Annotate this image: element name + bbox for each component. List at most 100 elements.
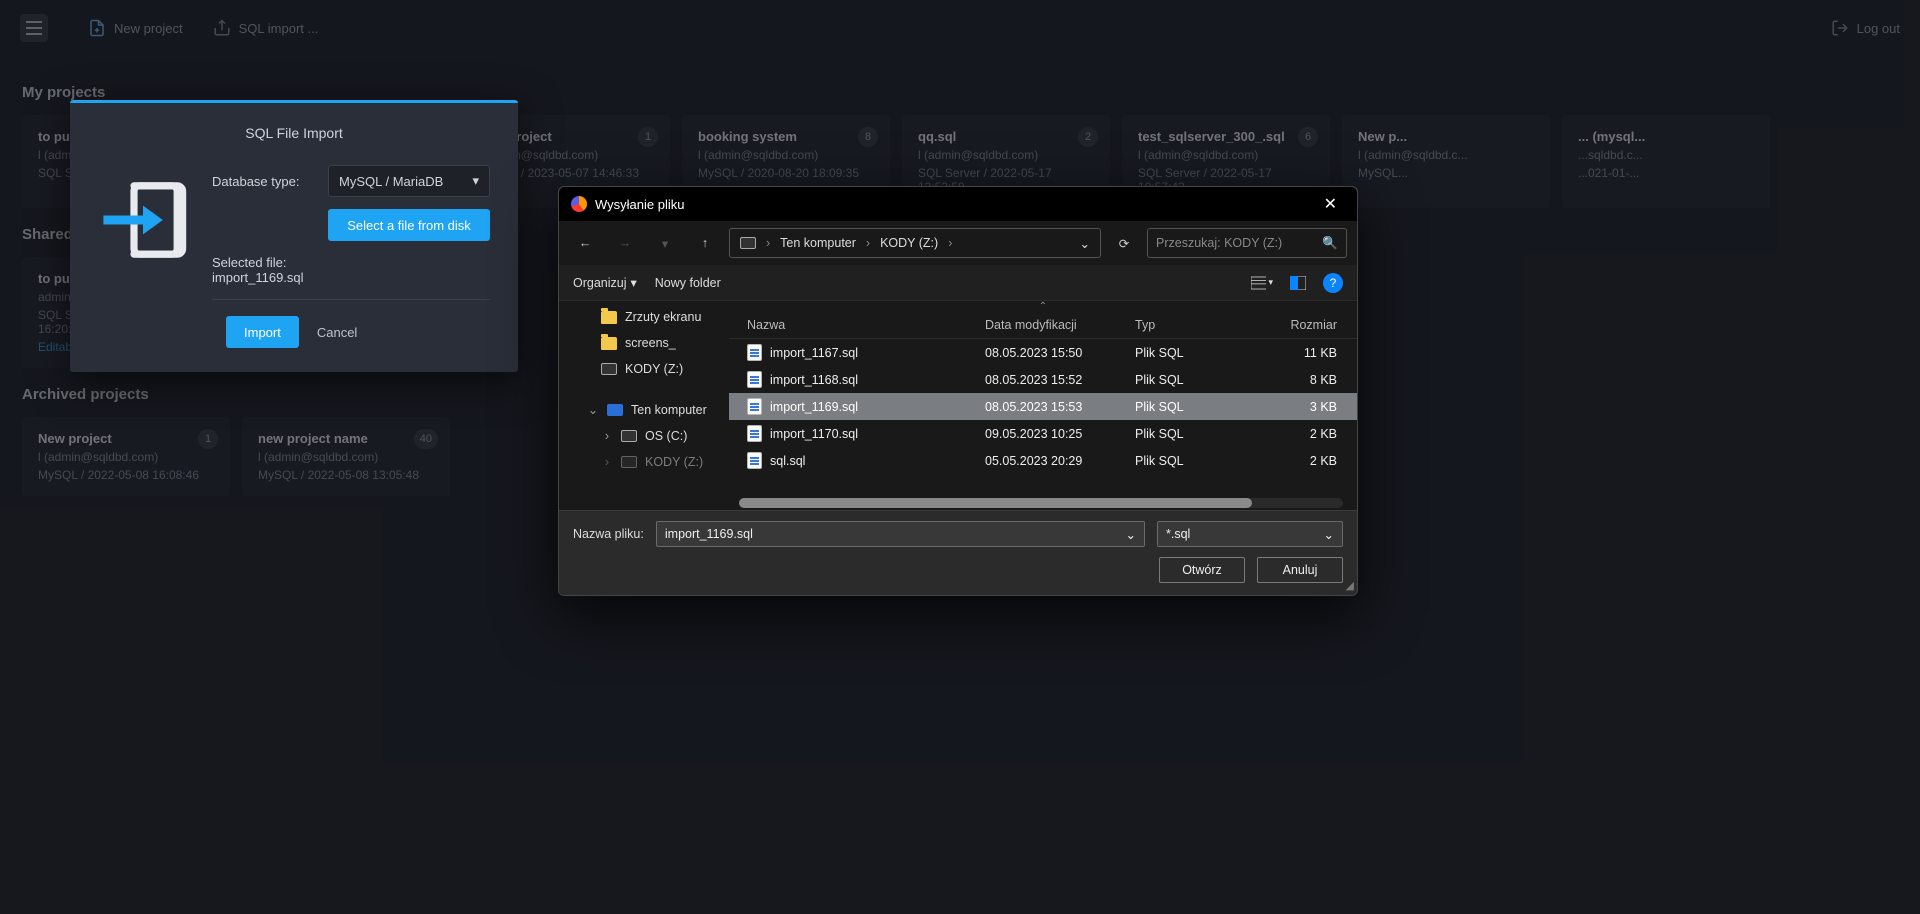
dialog-title: Wysyłanie pliku <box>595 197 684 212</box>
project-card-title: test_sqlserver_300_.sql <box>1138 129 1314 144</box>
tree-label: Zrzuty ekranu <box>625 310 701 324</box>
chevron-down-icon[interactable]: ⌄ <box>1080 236 1090 251</box>
preview-pane-button[interactable] <box>1287 272 1309 294</box>
col-name[interactable]: Nazwa <box>747 318 985 332</box>
file-filter-value: *.sql <box>1166 527 1190 541</box>
filename-input[interactable]: import_1169.sql ⌄ <box>656 521 1145 547</box>
tree-item[interactable]: screens_ <box>567 333 721 353</box>
project-card-title: qq.sql <box>918 129 1094 144</box>
breadcrumb-drive[interactable]: KODY (Z:) <box>880 236 938 250</box>
firefox-icon <box>571 196 587 212</box>
new-folder-button[interactable]: Nowy folder <box>655 276 721 290</box>
project-card[interactable]: ... (mysql... ...sqldbd.c... ...021-01-.… <box>1562 115 1770 208</box>
expand-toggle[interactable]: ⌄ <box>587 402 599 417</box>
col-size[interactable]: Rozmiar <box>1255 318 1345 332</box>
pc-icon <box>607 404 623 416</box>
file-name: import_1169.sql <box>770 400 858 414</box>
file-row[interactable]: import_1170.sql 09.05.2023 10:25 Plik SQ… <box>729 420 1357 447</box>
menu-hamburger-button[interactable] <box>20 14 48 42</box>
file-filter-select[interactable]: *.sql ⌄ <box>1157 521 1343 547</box>
tree-item-this-pc[interactable]: ⌄ Ten komputer <box>567 399 721 420</box>
tree-item[interactable]: Zrzuty ekranu <box>567 307 721 327</box>
file-row-selected[interactable]: import_1169.sql 08.05.2023 15:53 Plik SQ… <box>729 393 1357 420</box>
col-type[interactable]: Typ <box>1135 318 1255 332</box>
chevron-down-icon: ▾ <box>631 275 637 290</box>
project-card[interactable]: New p... l (admin@sqldbd.c... MySQL... <box>1342 115 1550 208</box>
file-list: ⌃ Nazwa Data modyfikacji Typ Rozmiar imp… <box>729 301 1357 510</box>
tree-item[interactable]: ›OS (C:) <box>567 426 721 446</box>
modal-divider <box>212 299 490 300</box>
drive-icon <box>740 237 756 249</box>
selected-file-label: Selected file: <box>212 255 490 270</box>
tree-label: Ten komputer <box>631 403 707 417</box>
nav-new-project-label: New project <box>114 21 183 36</box>
selected-file-name: import_1169.sql <box>212 270 490 285</box>
sql-file-icon <box>747 398 762 415</box>
file-size: 11 KB <box>1255 346 1345 360</box>
file-name: sql.sql <box>770 454 805 468</box>
search-placeholder: Przeszukaj: KODY (Z:) <box>1156 236 1282 250</box>
project-card-meta: MySQL / 2020-08-20 18:09:35 <box>698 166 874 180</box>
breadcrumb-root[interactable]: Ten komputer <box>780 236 856 250</box>
nav-new-project[interactable]: New project <box>88 19 183 37</box>
project-card[interactable]: 1 New project l (admin@sqldbd.com) MySQL… <box>22 417 230 496</box>
expand-toggle[interactable]: › <box>601 455 613 469</box>
folder-icon <box>601 311 617 324</box>
chevron-down-icon[interactable]: ⌄ <box>1126 527 1136 542</box>
logout-icon <box>1831 19 1849 37</box>
import-button[interactable]: Import <box>226 316 299 348</box>
expand-toggle[interactable]: › <box>601 429 613 443</box>
file-type: Plik SQL <box>1135 427 1255 441</box>
file-row[interactable]: import_1168.sql 08.05.2023 15:52 Plik SQ… <box>729 366 1357 393</box>
project-badge: 1 <box>198 429 218 449</box>
sql-file-icon <box>747 371 762 388</box>
nav-forward-button[interactable]: → <box>609 229 641 257</box>
select-file-button[interactable]: Select a file from disk <box>328 209 490 241</box>
db-type-select[interactable]: MySQL / MariaDB ▾ <box>328 165 490 197</box>
file-row[interactable]: sql.sql 05.05.2023 20:29 Plik SQL 2 KB <box>729 447 1357 474</box>
organize-menu[interactable]: Organizuj ▾ <box>573 275 637 290</box>
import-cancel-button[interactable]: Cancel <box>317 325 357 340</box>
nav-back-button[interactable]: ← <box>569 229 601 257</box>
col-modified[interactable]: Data modyfikacji <box>985 318 1135 332</box>
drive-icon <box>601 363 617 375</box>
project-card-owner: l (admin@sqldbd.c... <box>1358 148 1534 162</box>
file-open-dialog: Wysyłanie pliku ✕ ← → ▾ ↑ › Ten komputer… <box>558 186 1358 596</box>
dialog-toolbar: Organizuj ▾ Nowy folder ▾ ? <box>559 265 1357 301</box>
nav-logout[interactable]: Log out <box>1831 19 1900 37</box>
project-card-title: New p... <box>1358 129 1534 144</box>
view-mode-button[interactable]: ▾ <box>1251 272 1273 294</box>
help-button[interactable]: ? <box>1323 273 1343 293</box>
nav-recent-dropdown[interactable]: ▾ <box>649 229 681 257</box>
sql-import-modal: SQL File Import Database type: MySQL / M… <box>70 100 518 372</box>
file-type: Plik SQL <box>1135 373 1255 387</box>
horizontal-scrollbar[interactable] <box>739 498 1343 508</box>
dialog-titlebar[interactable]: Wysyłanie pliku ✕ <box>559 187 1357 221</box>
nav-up-button[interactable]: ↑ <box>689 229 721 257</box>
new-file-icon <box>88 19 106 37</box>
project-card-owner: ...sqldbd.c... <box>1578 148 1754 162</box>
nav-sql-import[interactable]: SQL import ... <box>213 19 319 37</box>
folder-icon <box>601 337 617 350</box>
file-size: 2 KB <box>1255 454 1345 468</box>
tree-item[interactable]: › KODY (Z:) <box>567 452 721 472</box>
file-type: Plik SQL <box>1135 400 1255 414</box>
dialog-close-button[interactable]: ✕ <box>1316 190 1345 218</box>
project-card-owner: l (admin@sqldbd.com) <box>698 148 874 162</box>
breadcrumb-path[interactable]: › Ten komputer › KODY (Z:) › ⌄ <box>729 228 1101 258</box>
tree-item[interactable]: KODY (Z:) <box>567 359 721 379</box>
dialog-open-button[interactable]: Otwórz <box>1159 557 1245 583</box>
organize-label: Organizuj <box>573 276 627 290</box>
dialog-cancel-button[interactable]: Anuluj <box>1257 557 1343 583</box>
file-name: import_1170.sql <box>770 427 858 441</box>
project-card-owner: l (admin@sqldbd.com) <box>38 450 214 464</box>
nav-sql-import-label: SQL import ... <box>239 21 319 36</box>
refresh-button[interactable]: ⟳ <box>1109 236 1139 251</box>
tree-label: KODY (Z:) <box>645 455 703 469</box>
file-row[interactable]: import_1167.sql 08.05.2023 15:50 Plik SQ… <box>729 339 1357 366</box>
sql-file-icon <box>747 344 762 361</box>
file-list-header[interactable]: Nazwa Data modyfikacji Typ Rozmiar <box>729 312 1357 339</box>
search-box[interactable]: Przeszukaj: KODY (Z:) 🔍 <box>1147 228 1347 258</box>
project-badge: 8 <box>858 127 878 147</box>
project-card[interactable]: 40 new project name l (admin@sqldbd.com)… <box>242 417 450 496</box>
